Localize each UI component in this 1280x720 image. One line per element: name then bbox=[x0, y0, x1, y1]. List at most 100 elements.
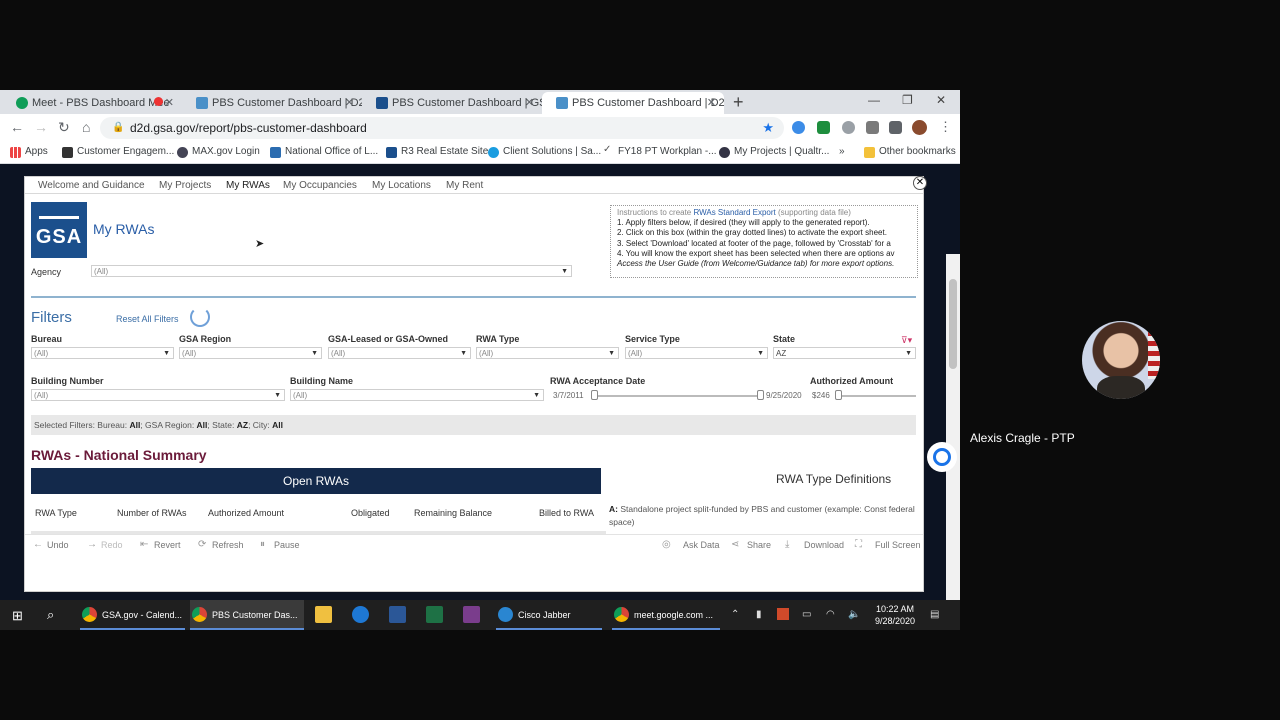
sheets-extension-icon[interactable] bbox=[817, 121, 830, 134]
new-tab-icon[interactable]: + bbox=[733, 92, 744, 113]
close-window-icon[interactable]: ✕ bbox=[936, 93, 946, 107]
minimize-icon[interactable]: — bbox=[868, 93, 880, 107]
tab-dashboard-1[interactable]: PBS Customer Dashboard | D2D ✕ bbox=[182, 92, 362, 114]
word-icon[interactable] bbox=[389, 606, 406, 623]
bookmark-apps[interactable]: Apps bbox=[10, 146, 48, 158]
rwa-type-dropdown[interactable]: (All) ▼ bbox=[476, 347, 619, 359]
state-dropdown[interactable]: AZ ▼ bbox=[773, 347, 916, 359]
profile-avatar-icon[interactable] bbox=[912, 120, 927, 135]
windows-start-icon[interactable]: ⊞ bbox=[12, 608, 23, 624]
bookmark-fy18-workplan[interactable]: ✓ FY18 PT Workplan -... bbox=[603, 144, 717, 157]
authorized-amount-slider[interactable] bbox=[837, 395, 916, 397]
chrome-icon bbox=[192, 607, 207, 622]
date-slider-start-handle[interactable] bbox=[591, 390, 598, 400]
reload-icon[interactable]: ↻ bbox=[58, 119, 70, 136]
close-dashboard-icon[interactable]: ✕ bbox=[913, 176, 927, 190]
page-vertical-scrollbar[interactable] bbox=[946, 254, 960, 600]
reset-refresh-icon[interactable] bbox=[190, 307, 210, 327]
tab-dashboard-active[interactable]: PBS Customer Dashboard | D2D ✕ bbox=[542, 92, 724, 114]
export-link[interactable]: RWAs Standard Export bbox=[693, 208, 775, 217]
tab-my-projects[interactable]: My Projects bbox=[159, 180, 211, 191]
column-header[interactable]: Billed to RWA bbox=[539, 508, 594, 518]
tab-my-occupancies[interactable]: My Occupancies bbox=[283, 180, 357, 191]
checkmark-icon: ✓ bbox=[603, 144, 612, 155]
tab-dashboard-2[interactable]: PBS Customer Dashboard | GSA ✕ bbox=[362, 92, 542, 114]
column-header[interactable]: Obligated bbox=[351, 508, 390, 518]
date-slider-end-handle[interactable] bbox=[757, 390, 764, 400]
taskbar-item-gsa-calendar[interactable]: GSA.gov - Calend... bbox=[80, 600, 185, 630]
bookmark-max-gov[interactable]: MAX.gov Login bbox=[177, 146, 260, 158]
column-header[interactable]: Authorized Amount bbox=[208, 508, 284, 518]
column-header[interactable]: Remaining Balance bbox=[414, 508, 492, 518]
tab-my-rwas[interactable]: My RWAs bbox=[226, 180, 270, 191]
system-clock[interactable]: 10:22 AM 9/28/2020 bbox=[870, 603, 920, 627]
scrollbar-thumb[interactable] bbox=[949, 279, 957, 369]
tab-my-locations[interactable]: My Locations bbox=[372, 180, 431, 191]
bookmark-client-solutions[interactable]: Client Solutions | Sa... bbox=[488, 146, 601, 158]
column-header[interactable]: Number of RWAs bbox=[117, 508, 187, 518]
building-number-dropdown[interactable]: (All) ▼ bbox=[31, 389, 285, 401]
search-icon[interactable]: ⌕ bbox=[47, 607, 54, 623]
download-button[interactable]: ⤓ Download bbox=[785, 539, 844, 550]
bookmark-other[interactable]: Other bookmarks bbox=[864, 146, 956, 158]
wifi-icon[interactable]: ◠ bbox=[826, 609, 835, 620]
cloud-extension-icon[interactable] bbox=[842, 121, 855, 134]
amount-slider-handle[interactable] bbox=[835, 390, 842, 400]
gear-extension-icon[interactable] bbox=[866, 121, 879, 134]
taskbar-item-cisco-jabber[interactable]: Cisco Jabber bbox=[496, 600, 602, 630]
restore-icon[interactable]: ❐ bbox=[902, 93, 913, 107]
pause-button[interactable]: ⏸ Pause bbox=[260, 539, 300, 550]
full-screen-button[interactable]: ⛶ Full Screen bbox=[855, 539, 921, 550]
usb-icon[interactable]: ▮ bbox=[756, 609, 762, 620]
leased-owned-dropdown[interactable]: (All) ▼ bbox=[328, 347, 471, 359]
tab-my-rent[interactable]: My Rent bbox=[446, 180, 483, 191]
undo-button[interactable]: ← Undo bbox=[33, 539, 69, 550]
app-icon[interactable] bbox=[463, 606, 480, 623]
close-tab-icon[interactable]: ✕ bbox=[707, 96, 716, 109]
internet-explorer-icon[interactable] bbox=[352, 606, 369, 623]
tab-meet[interactable]: Meet - PBS Dashboard Mee ✕ bbox=[2, 92, 182, 114]
share-button[interactable]: ⋖ Share bbox=[731, 539, 771, 550]
export-instructions-box[interactable]: Instructions to create RWAs Standard Exp… bbox=[610, 205, 918, 278]
excel-icon[interactable] bbox=[426, 606, 443, 623]
agency-dropdown[interactable]: (All) ▼ bbox=[91, 265, 572, 277]
bookmark-r3-real-estate[interactable]: R3 Real Estate Site bbox=[386, 146, 488, 158]
file-explorer-icon[interactable] bbox=[315, 606, 332, 623]
tray-chevron-icon[interactable]: ⌃ bbox=[731, 609, 739, 620]
menu-kebab-icon[interactable]: ⋮ bbox=[939, 119, 952, 135]
salesforce-extension-icon[interactable] bbox=[792, 121, 805, 134]
redo-button[interactable]: → Redo bbox=[87, 539, 123, 550]
clear-filter-icon[interactable]: ⊽▾ bbox=[901, 335, 912, 346]
battery-icon[interactable]: ▭ bbox=[802, 609, 811, 620]
acceptance-date-slider[interactable] bbox=[593, 395, 763, 397]
revert-button[interactable]: ⇤ Revert bbox=[140, 539, 181, 550]
bureau-dropdown[interactable]: (All) ▼ bbox=[31, 347, 174, 359]
bookmark-national-office[interactable]: National Office of L... bbox=[270, 146, 378, 158]
gsa-region-dropdown[interactable]: (All) ▼ bbox=[179, 347, 322, 359]
bookmark-star-icon[interactable]: ★ bbox=[762, 117, 774, 139]
bookmark-customer-engagement[interactable]: Customer Engagem... bbox=[62, 146, 174, 158]
bookmark-my-projects[interactable]: My Projects | Qualtr... bbox=[719, 146, 829, 158]
meet-companion-icon[interactable] bbox=[927, 442, 957, 472]
close-tab-icon[interactable]: ✕ bbox=[345, 96, 354, 109]
close-tab-icon[interactable]: ✕ bbox=[525, 96, 534, 109]
close-tab-icon[interactable]: ✕ bbox=[165, 96, 174, 109]
taskbar-item-google-meet[interactable]: meet.google.com ... bbox=[612, 600, 720, 630]
tab-welcome-guidance[interactable]: Welcome and Guidance bbox=[38, 180, 145, 191]
volume-icon[interactable]: 🔈 bbox=[848, 609, 860, 620]
ask-data-button[interactable]: ◎ Ask Data bbox=[662, 539, 720, 550]
taskbar-item-pbs-dashboard[interactable]: PBS Customer Das... bbox=[190, 600, 304, 630]
office-tray-icon[interactable] bbox=[777, 608, 789, 620]
column-header[interactable]: RWA Type bbox=[35, 508, 77, 518]
service-type-dropdown[interactable]: (All) ▼ bbox=[625, 347, 768, 359]
bookmarks-overflow[interactable]: » bbox=[839, 146, 845, 157]
back-icon[interactable]: ← bbox=[10, 119, 24, 135]
puzzle-extensions-icon[interactable] bbox=[889, 121, 902, 134]
home-icon[interactable]: ⌂ bbox=[82, 119, 90, 135]
reset-all-filters-button[interactable]: Reset All Filters bbox=[116, 314, 179, 324]
building-name-dropdown[interactable]: (All) ▼ bbox=[290, 389, 544, 401]
forward-icon[interactable]: → bbox=[34, 119, 48, 135]
notifications-icon[interactable]: ▤ bbox=[930, 609, 939, 620]
address-bar[interactable]: 🔒 d2d.gsa.gov/report/pbs-customer-dashbo… bbox=[100, 117, 784, 139]
refresh-button[interactable]: ⟳ Refresh bbox=[198, 539, 244, 550]
